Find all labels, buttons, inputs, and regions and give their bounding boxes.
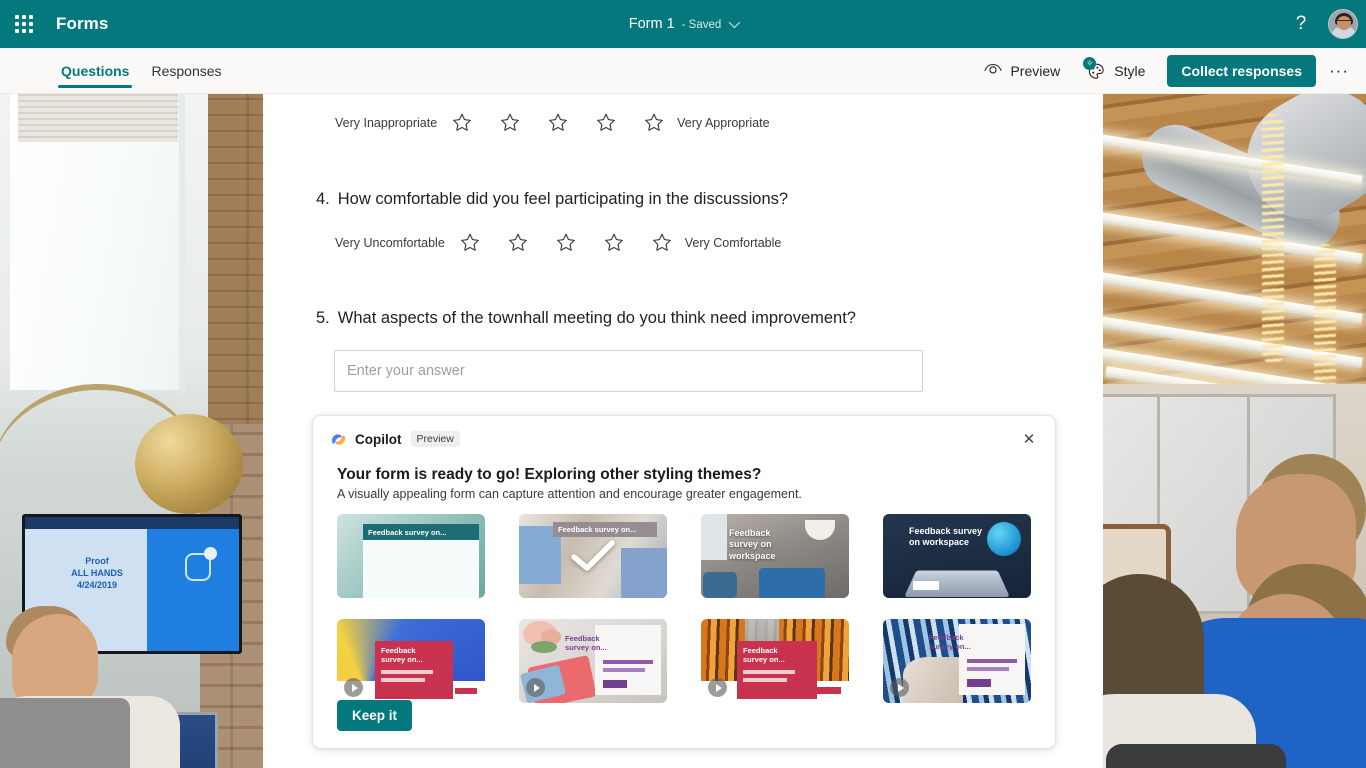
question-5-number: 5. [316, 309, 330, 327]
q3-left-label: Very Inappropriate [335, 115, 438, 130]
theme-6-caption: Feedback survey on... [565, 634, 607, 653]
top-bar-right-actions: ? [1282, 0, 1358, 48]
copilot-suggestion-panel: Copilot Preview ✕ Your form is ready to … [312, 415, 1056, 749]
chevron-down-icon[interactable] [729, 16, 741, 29]
q4-star-3[interactable] [555, 232, 577, 253]
q4-star-2[interactable] [507, 232, 529, 253]
play-icon-theme-5[interactable] [344, 678, 363, 697]
background-right-scene [1066, 94, 1366, 768]
question-3-rating[interactable]: Very Inappropriate Very Appropriate [335, 112, 770, 133]
q4-right-label: Very Comfortable [684, 235, 782, 250]
theme-thumbnail-5[interactable]: Feedback survey on... [337, 619, 485, 703]
theme-thumbnail-8[interactable]: Feedback survey on... [883, 619, 1031, 703]
avatar[interactable] [1328, 9, 1358, 39]
form-title-text: Form 1 [628, 16, 675, 32]
close-icon[interactable]: ✕ [1015, 425, 1043, 453]
tab-questions[interactable]: Questions [50, 48, 140, 94]
play-icon-theme-8[interactable] [890, 678, 909, 697]
theme-thumbnail-grid: Feedback survey on... Feedback survey on… [337, 514, 1037, 703]
copilot-panel-header: Copilot Preview ✕ [313, 416, 1055, 452]
preview-button[interactable]: Preview [972, 54, 1072, 88]
theme-3-caption: Feedback survey on workspace [729, 528, 776, 561]
selected-check-icon [519, 514, 667, 598]
form-saved-status: - Saved [681, 19, 722, 31]
theme-1-caption: Feedback survey on... [368, 528, 447, 537]
theme-thumbnail-6[interactable]: Feedback survey on... [519, 619, 667, 703]
form-title-area: Form 1 - Saved [0, 0, 1366, 48]
q4-left-label: Very Uncomfortable [335, 235, 445, 250]
more-options-icon[interactable]: ··· [1322, 54, 1356, 88]
q3-star-1[interactable] [451, 112, 473, 133]
q3-star-5[interactable] [643, 112, 665, 133]
copilot-icon [330, 431, 347, 448]
q4-star-1[interactable] [459, 232, 481, 253]
theme-thumbnail-3[interactable]: Feedback survey on workspace [701, 514, 849, 598]
style-button[interactable]: ✧ Style [1074, 54, 1157, 88]
q3-star-3[interactable] [547, 112, 569, 133]
form-tabs: Questions Responses [50, 48, 233, 94]
play-icon-theme-6[interactable] [526, 678, 545, 697]
theme-8-caption: Feedback survey on... [929, 633, 971, 652]
theme-thumbnail-4[interactable]: Feedback survey on workspace [883, 514, 1031, 598]
collect-responses-button[interactable]: Collect responses [1167, 54, 1316, 87]
question-5-title: 5. What aspects of the townhall meeting … [316, 308, 923, 329]
preview-label: Preview [1010, 62, 1061, 79]
command-bar: Questions Responses Preview ✧ Style Coll… [0, 48, 1366, 94]
background-left-scene: Proof ALL HANDS 4/24/2019 [0, 94, 300, 768]
palette-icon: ✧ [1083, 56, 1106, 81]
preview-icon [984, 62, 1003, 79]
app-name-label: Forms [56, 14, 109, 33]
question-5-answer-box[interactable] [334, 350, 923, 393]
theme-4-caption: Feedback survey on workspace [909, 526, 983, 548]
question-5-block: 5. What aspects of the townhall meeting … [316, 308, 923, 393]
app-launcher-icon[interactable] [0, 0, 48, 48]
copilot-sparkle-badge: ✧ [1083, 56, 1097, 70]
question-4-text: How comfortable did you feel participati… [337, 190, 789, 208]
question-4-rating[interactable]: Very Uncomfortable Very Comfortable [335, 232, 788, 253]
copilot-subtext: A visually appealing form can capture at… [337, 487, 802, 501]
q4-star-4[interactable] [603, 232, 625, 253]
question-5-text: What aspects of the townhall meeting do … [337, 309, 856, 327]
theme-thumbnail-7[interactable]: Feedback survey on... [701, 619, 849, 703]
q4-star-5[interactable] [651, 232, 673, 253]
form-title-button[interactable]: Form 1 - Saved [621, 12, 746, 36]
q3-right-label: Very Appropriate [677, 115, 770, 130]
copilot-panel-body: Your form is ready to go! Exploring othe… [313, 452, 1055, 703]
question-4-block: 4. How comfortable did you feel particip… [316, 189, 788, 253]
copilot-headline: Your form is ready to go! Exploring othe… [337, 466, 762, 483]
copilot-preview-badge: Preview [410, 431, 460, 447]
q3-star-2[interactable] [499, 112, 521, 133]
theme-thumbnail-1[interactable]: Feedback survey on... [337, 514, 485, 598]
style-label: Style [1114, 62, 1146, 79]
keep-it-button[interactable]: Keep it [337, 700, 413, 731]
question-5-answer-input[interactable] [347, 363, 910, 380]
theme-thumbnail-2[interactable]: Feedback survey on... [519, 514, 667, 598]
play-icon-theme-7[interactable] [708, 678, 727, 697]
theme-7-caption: Feedback survey on... [743, 646, 785, 665]
help-icon[interactable]: ? [1282, 5, 1320, 43]
question-4-number: 4. [316, 190, 330, 208]
theme-5-caption: Feedback survey on... [381, 646, 423, 665]
question-4-title: 4. How comfortable did you feel particip… [316, 189, 788, 210]
tab-responses[interactable]: Responses [140, 48, 232, 94]
q3-star-4[interactable] [595, 112, 617, 133]
copilot-brand-label: Copilot [355, 431, 402, 447]
command-bar-actions: Preview ✧ Style Collect responses ··· [972, 54, 1366, 88]
question-3-block: Very Inappropriate Very Appropriate [335, 112, 770, 133]
top-app-bar: Forms Form 1 - Saved ? [0, 0, 1366, 48]
